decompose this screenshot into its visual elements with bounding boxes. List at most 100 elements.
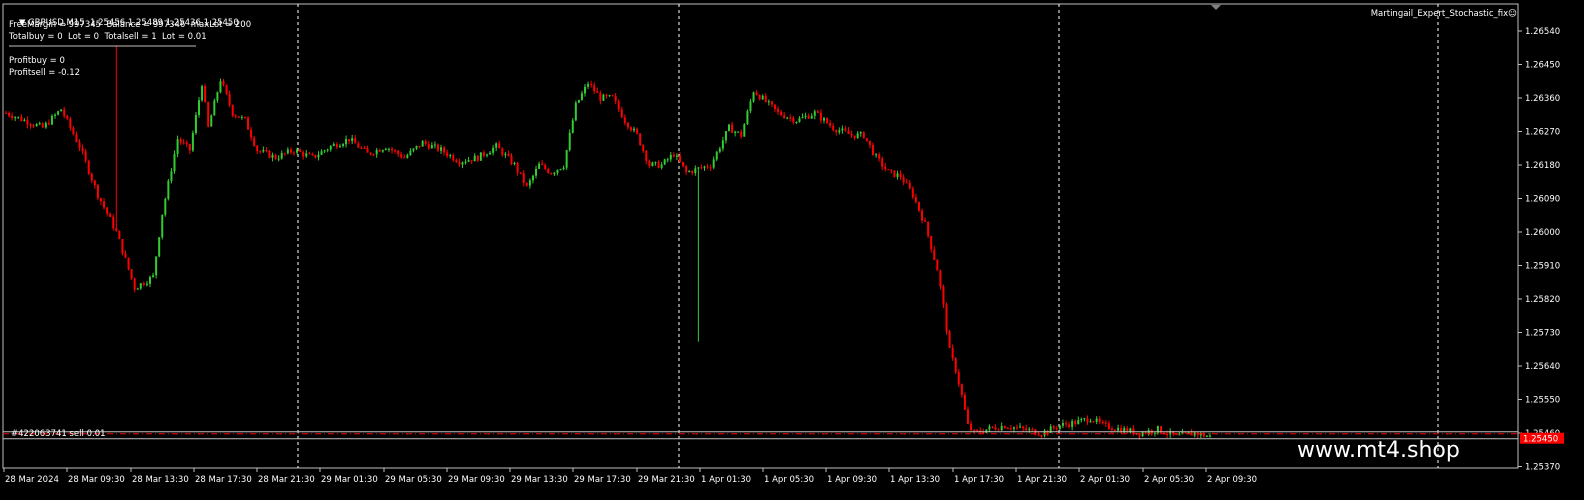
candle-body [856,133,859,139]
profit-sell-label: Profitsell = -0.12 [9,68,81,78]
candle-body [590,84,593,86]
expert-advisor-label[interactable]: Martingail_Expert_Stochastic_fix☺ [1371,8,1517,20]
x-tick-label: 1 Apr 21:30 [1017,475,1067,485]
candle-body [106,207,109,214]
candle-body [57,111,60,115]
candle-body [1009,428,1012,430]
candle-body [415,145,418,149]
candle-body [945,304,948,332]
candle-body [1098,418,1101,423]
candle-body [467,160,470,162]
candle-body [44,122,47,128]
candle-body [556,169,559,173]
candle-body [50,115,53,125]
candle-body [345,139,348,145]
candle-body [822,118,825,121]
candle-body [553,172,556,175]
candle-body [544,164,547,169]
candle-body [81,147,84,152]
candle-body [446,152,449,157]
candle-body [394,150,397,152]
candle-body [164,198,167,215]
candle-body [476,155,479,161]
x-tick-label: 1 Apr 09:30 [827,475,877,485]
candle-body [363,147,366,149]
candle-body [688,171,691,173]
candle-body [528,180,531,186]
x-tick-label: 2 Apr 01:30 [1080,475,1130,485]
candle-body [338,145,341,148]
candle-body [409,150,412,156]
x-tick-label: 29 Mar 21:30 [638,475,695,485]
candle-body [72,127,75,135]
candle-body [847,130,850,134]
candle-body [801,116,804,119]
candle-body [234,115,237,117]
candle-body [767,101,770,103]
candle-body [728,124,731,132]
candle-body [421,141,424,147]
candle-body [118,230,121,240]
candle-body [988,426,991,430]
candle-body [161,214,164,238]
candle-body [764,95,767,102]
candle-body [715,151,718,160]
candle-body [507,153,510,156]
x-tick-label: 1 Apr 01:30 [701,475,751,485]
candle-body [142,283,145,285]
candle-body [633,128,636,131]
candle-body [645,150,648,161]
candle-body [1144,432,1147,434]
candle-body [1153,432,1156,434]
candle-body [296,149,299,153]
candle-body [283,153,286,155]
candle-body [179,139,182,143]
candle-body [884,166,887,170]
candle-body [369,152,372,155]
price-chart[interactable]: 1.26540 1.26450 1.26360 1.26270 1.26180 1.260… [0,0,1584,496]
chart-canvas[interactable]: 1.26540 1.26450 1.26360 1.26270 1.26180 1.260… [0,0,1584,496]
candle-body [1095,418,1098,422]
candle-body [535,168,538,176]
candle-body [1166,434,1169,436]
candle-body [709,167,712,169]
candle-body [936,259,939,271]
candle-body [933,249,936,260]
candle-body [1104,422,1107,424]
candle-body [724,131,727,141]
y-tick-label: 1.26450 [1525,61,1560,71]
candle-body [323,150,326,152]
candle-body [893,170,896,177]
candle-body [678,155,681,162]
watermark: www.mt4.shop [1297,438,1460,463]
candle-body [216,92,219,101]
y-tick-label: 1.26180 [1525,161,1560,171]
candle-body [522,173,525,183]
candle-body [286,149,289,154]
x-tick-label: 29 Mar 09:30 [448,475,505,485]
candle-body [75,134,78,142]
candle-body [305,153,308,157]
candle-body [93,180,96,186]
candle-body [721,140,724,149]
x-tick-label: 1 Apr 17:30 [954,475,1004,485]
candle-body [1068,424,1071,427]
x-tick-label: 29 Mar 17:30 [574,475,631,485]
y-tick-label: 1.26000 [1525,228,1560,238]
candle-body [905,182,908,184]
chart-shift-marker-icon[interactable] [1211,5,1221,10]
candle-body [700,167,703,169]
candle-body [433,144,436,146]
x-tick-label: 2 Apr 09:30 [1207,475,1257,485]
candle-body [262,150,265,152]
candle-body [1058,425,1061,429]
candle-body [133,278,136,290]
candle-body [519,172,522,174]
candle-body [1117,427,1120,431]
candle-body [743,124,746,137]
candle-body [427,143,430,149]
candle-body [357,143,360,148]
candle-body [176,139,179,154]
candle-body [148,276,151,284]
candle-body [816,111,819,113]
